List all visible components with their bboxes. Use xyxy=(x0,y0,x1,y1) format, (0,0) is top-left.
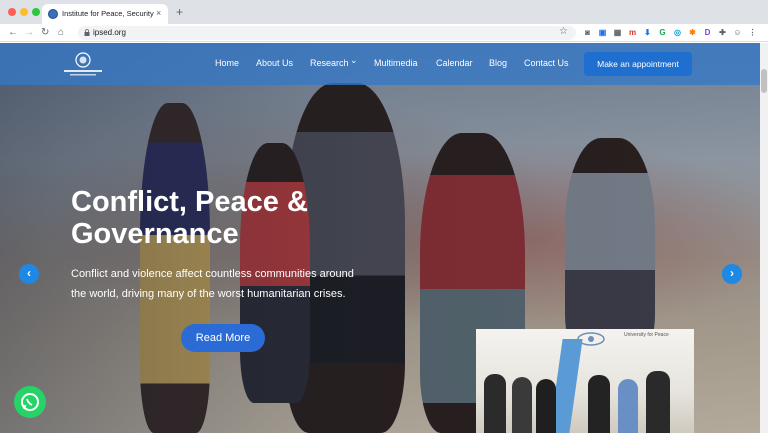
puzzle-icon[interactable]: ✚ xyxy=(717,27,728,38)
site-favicon-icon xyxy=(48,9,58,19)
whatsapp-icon xyxy=(21,393,39,411)
url-text: ipsed.org xyxy=(93,28,126,37)
video-overlay[interactable]: University for Peace xyxy=(476,329,694,433)
grammarly-icon[interactable]: G xyxy=(657,27,668,38)
grid-icon[interactable]: ▦ xyxy=(612,27,623,38)
reload-button[interactable]: ↻ xyxy=(41,27,49,39)
person-figure xyxy=(646,371,670,433)
scrollbar-thumb[interactable] xyxy=(761,69,767,93)
slider-prev-button[interactable]: ‹ xyxy=(19,264,39,284)
m-icon[interactable]: m xyxy=(627,27,638,38)
site-navbar: Home About Us Research ⌄ Multimedia Cale… xyxy=(0,43,760,85)
make-appointment-button[interactable]: Make an appointment xyxy=(584,52,692,76)
browser-tab-bar: Institute for Peace, Security & × + xyxy=(0,0,768,24)
chevron-down-icon[interactable]: ⌄ xyxy=(350,55,358,66)
browser-tab[interactable]: Institute for Peace, Security & × xyxy=(42,4,168,24)
ipsed-logo[interactable] xyxy=(60,51,106,77)
maximize-window-button[interactable] xyxy=(32,8,40,16)
read-more-button[interactable]: Read More xyxy=(181,324,265,352)
hero-subtitle: Conflict and violence affect countless c… xyxy=(71,268,354,300)
website-viewport: Home About Us Research ⌄ Multimedia Cale… xyxy=(0,43,760,433)
star-ext-icon[interactable]: ✱ xyxy=(687,27,698,38)
download-icon[interactable]: ⬇ xyxy=(642,27,653,38)
video-banner-text: University for Peace xyxy=(624,332,669,338)
forward-button[interactable]: → xyxy=(24,27,34,39)
home-button[interactable]: ⌂ xyxy=(58,27,64,39)
person-figure xyxy=(484,374,506,433)
person-figure xyxy=(588,375,610,433)
page-scrollbar[interactable] xyxy=(760,43,768,433)
nav-about-us[interactable]: About Us xyxy=(256,58,293,68)
person-figure xyxy=(512,377,532,433)
lock-icon xyxy=(84,29,90,36)
person-figure xyxy=(618,379,638,433)
nav-research[interactable]: Research xyxy=(310,58,349,68)
nav-multimedia[interactable]: Multimedia xyxy=(374,58,418,68)
close-window-button[interactable] xyxy=(8,8,16,16)
nav-contact-us[interactable]: Contact Us xyxy=(524,58,569,68)
nav-blog[interactable]: Blog xyxy=(489,58,507,68)
sync-icon[interactable]: ◎ xyxy=(672,27,683,38)
tab-title: Institute for Peace, Security & xyxy=(62,9,154,18)
slider-next-button[interactable]: › xyxy=(722,264,742,284)
camera-icon[interactable]: ◙ xyxy=(582,27,593,38)
back-button[interactable]: ← xyxy=(8,27,18,39)
browser-toolbar: ← → ↻ ⌂ ipsed.org ☆ ◙ ▣ ▦ m ⬇ G ◎ ✱ D ✚ ☺ ⋮ xyxy=(0,24,768,42)
tab-close-icon[interactable]: × xyxy=(156,8,161,18)
new-tab-button[interactable]: + xyxy=(176,6,183,18)
d-icon[interactable]: D xyxy=(702,27,713,38)
window-icon[interactable]: ▣ xyxy=(597,27,608,38)
profile-icon[interactable]: ☺ xyxy=(732,27,743,38)
hero-title: Conflict, Peace & Governance xyxy=(71,186,308,250)
address-bar[interactable]: ipsed.org ☆ xyxy=(78,26,576,40)
bookmark-star-icon[interactable]: ☆ xyxy=(559,26,568,38)
nav-home[interactable]: Home xyxy=(215,58,239,68)
person-figure xyxy=(536,379,556,433)
menu-icon[interactable]: ⋮ xyxy=(747,27,758,38)
minimize-window-button[interactable] xyxy=(20,8,28,16)
whatsapp-chat-button[interactable] xyxy=(14,386,46,418)
nav-calendar[interactable]: Calendar xyxy=(436,58,473,68)
